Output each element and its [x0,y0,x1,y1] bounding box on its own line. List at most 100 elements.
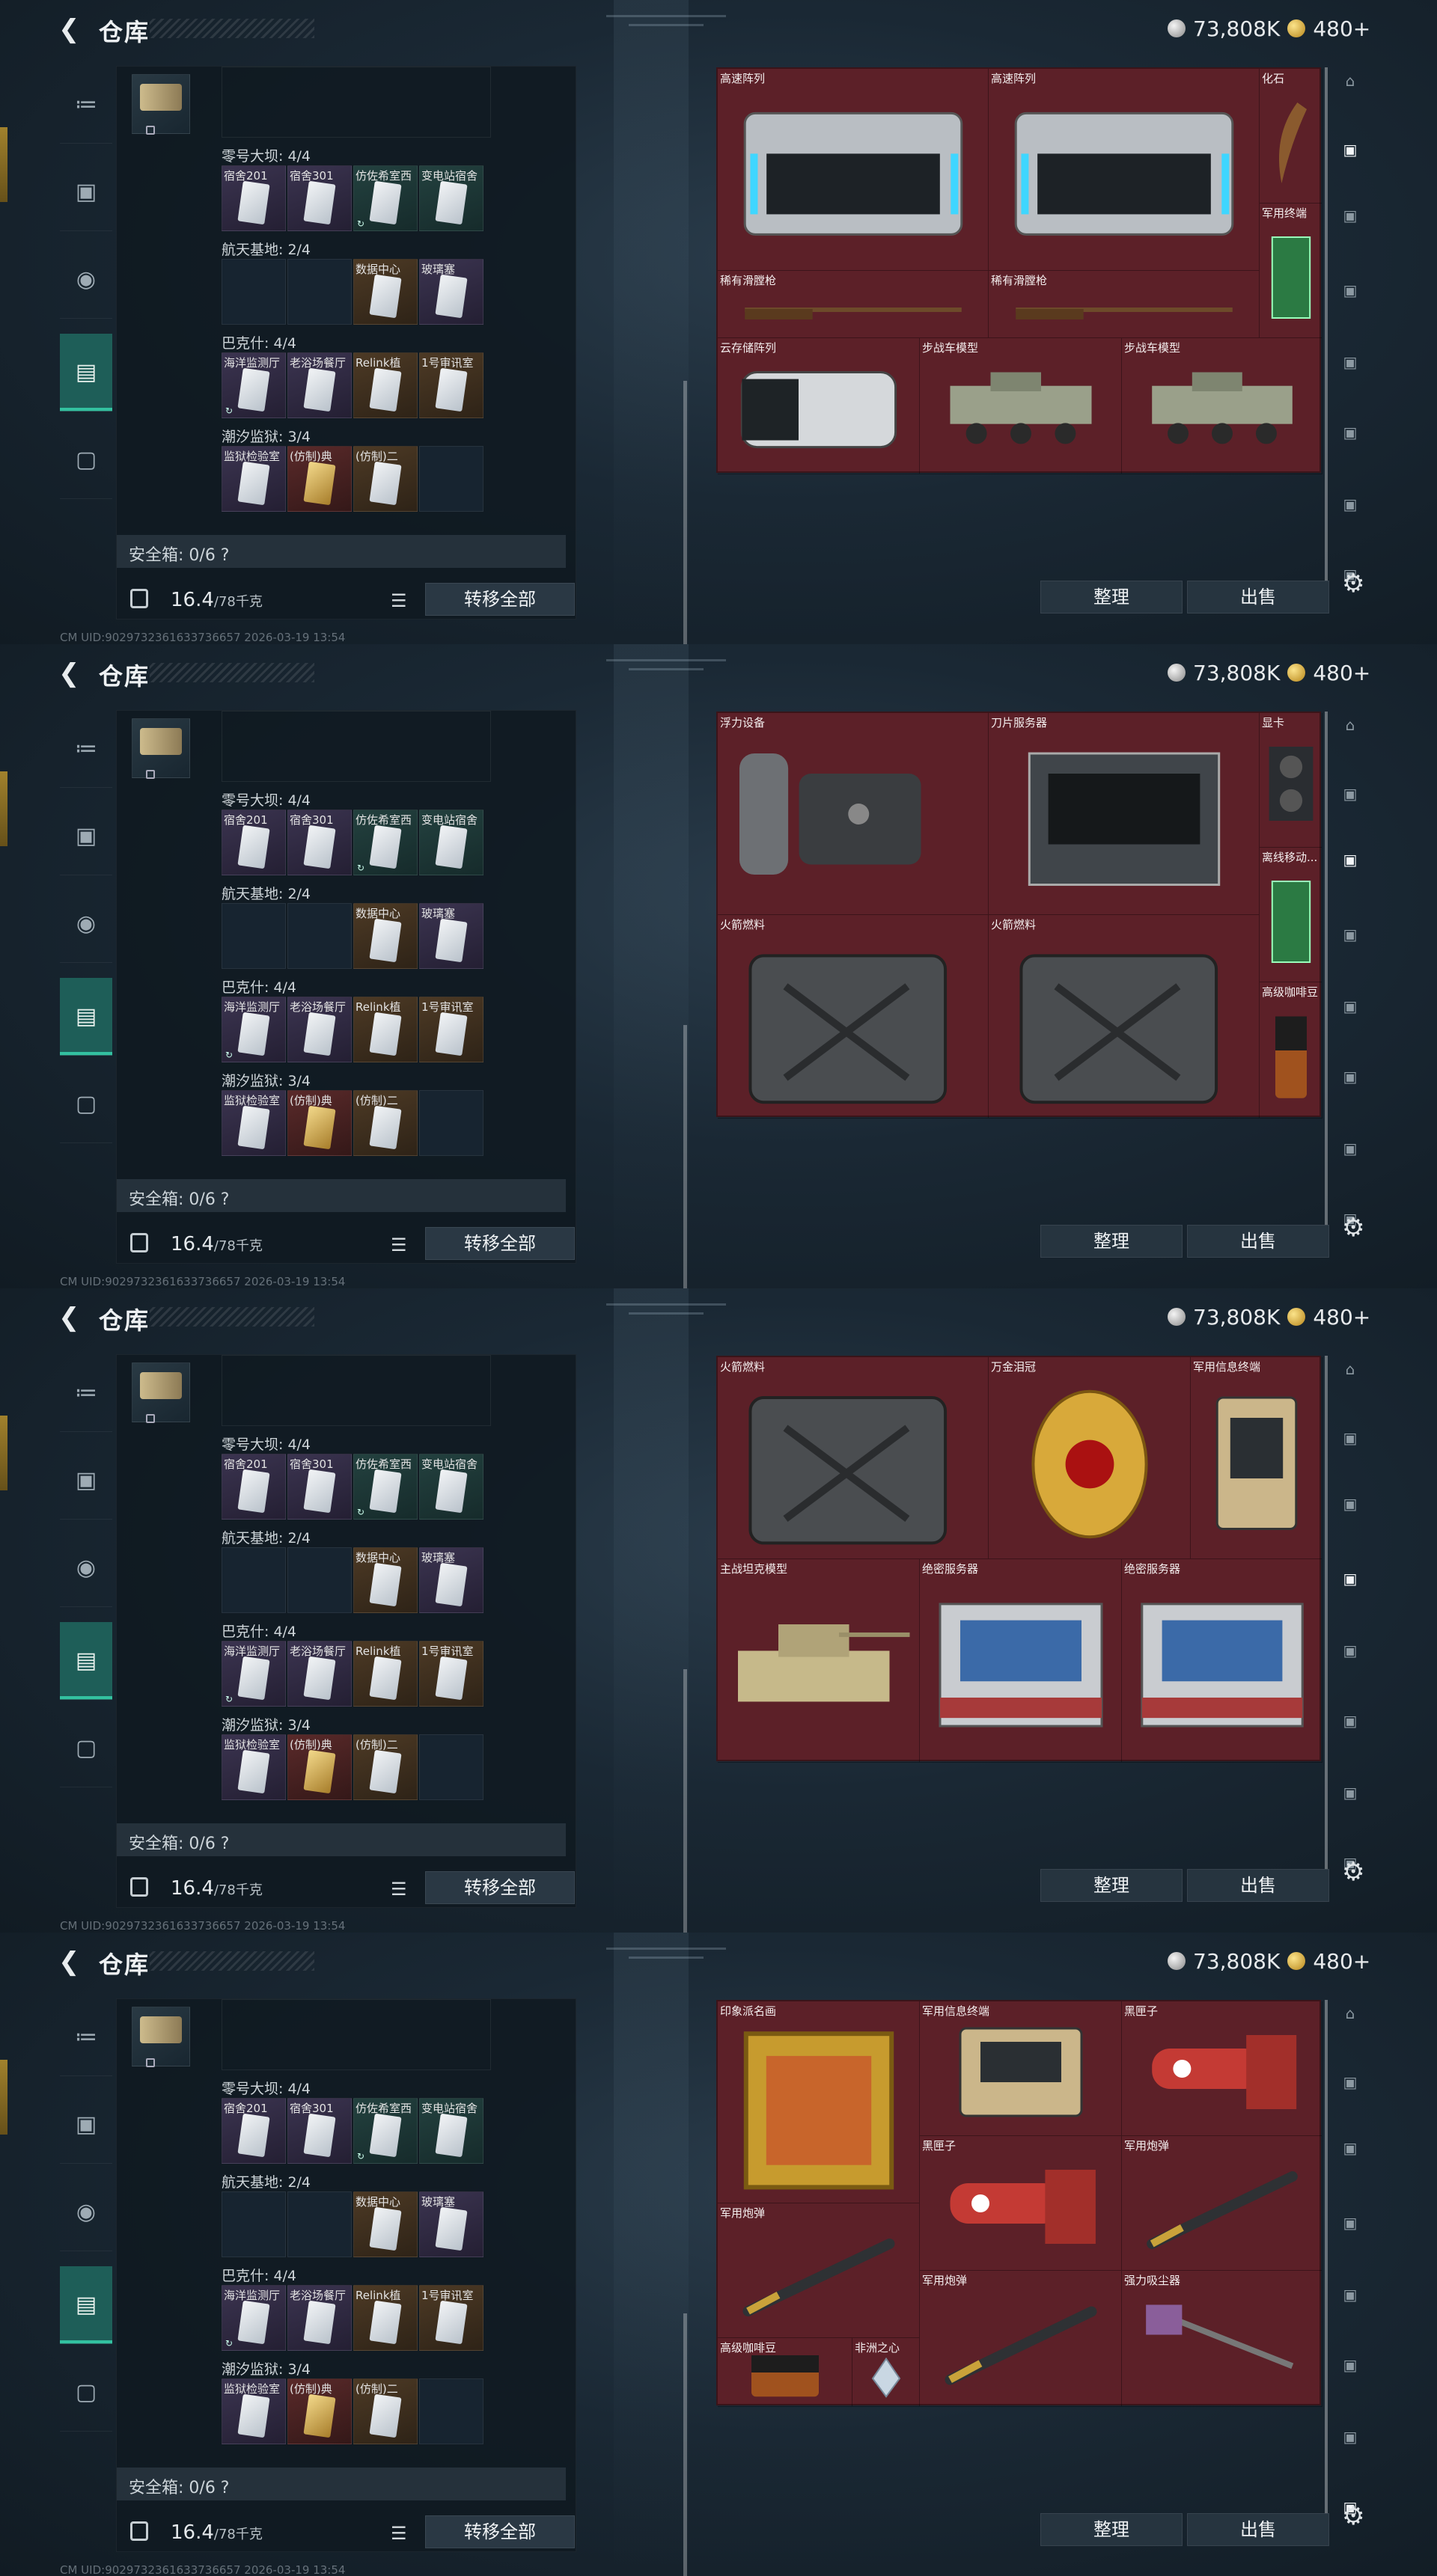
transfer-all-button[interactable]: 转移全部 [425,2515,575,2548]
sort-button[interactable]: 整理 [1040,581,1183,614]
loot-item[interactable]: 黑匣子 [920,2136,1122,2271]
stash-slot[interactable]: 监狱检验室 [222,1090,286,1156]
loot-item[interactable]: 军用信息终端 [920,2001,1122,2136]
gold-amount[interactable]: 480+ [1313,16,1370,41]
stash-slot[interactable]: (仿制)典 [287,1090,352,1156]
loot-item[interactable]: 高速阵列 [718,69,989,271]
stash-slot[interactable]: 监狱检验室 [222,2378,286,2444]
back-arrow-icon[interactable]: ❮ [58,1948,82,1976]
list-icon[interactable]: ☰ [391,1879,407,1900]
loot-item[interactable]: 显卡 [1260,713,1322,848]
stash-slot[interactable]: 老浴场餐厅 [287,1641,352,1707]
storage-home-icon[interactable]: ⌂ [1337,67,1364,94]
nav-collectibles-icon[interactable]: ▤ [60,2266,112,2344]
stash-scrollbar[interactable] [683,1669,687,1933]
stash-scrollbar[interactable] [683,1025,687,1288]
stash-slot[interactable]: 海洋监测厅 ↻ [222,997,286,1062]
keycard-holder-thumb[interactable] [132,2007,190,2067]
nav-weapon-icon[interactable]: ≔ [60,1354,112,1432]
container-tab-icon[interactable]: ▣ [1337,846,1364,873]
stash-slot[interactable]: 海洋监测厅 ↻ [222,352,286,418]
stash-slot[interactable]: 数据中心 [353,2191,418,2257]
stash-slot[interactable]: 玻璃塞 [419,1547,483,1613]
stash-slot[interactable]: Relink植 [353,352,418,418]
container-tab-icon[interactable]: ▣ [1337,2069,1364,2096]
stash-slot[interactable] [287,903,352,969]
sell-button[interactable]: 出售 [1187,1869,1329,1902]
container-tab-icon[interactable]: ▣ [1337,202,1364,229]
gold-amount[interactable]: 480+ [1313,661,1370,685]
stash-slot[interactable]: 玻璃塞 [419,903,483,969]
loot-item[interactable]: 强力吸尘器 [1122,2271,1322,2407]
loot-item[interactable]: 刀片服务器 [989,713,1260,915]
loot-item[interactable]: 军用终端 [1260,204,1322,338]
sell-button[interactable]: 出售 [1187,581,1329,614]
container-tab-icon[interactable]: ▣ [1337,921,1364,948]
stash-slot[interactable]: 数据中心 [353,1547,418,1613]
stash-slot[interactable]: 数据中心 [353,903,418,969]
sell-button[interactable]: 出售 [1187,1225,1329,1258]
nav-briefcase-icon[interactable]: ▢ [60,1710,112,1787]
stash-slot[interactable]: 宿舍301 [287,810,352,875]
safebox-status[interactable]: 安全箱: 0/6 ? [117,1823,566,1856]
back-arrow-icon[interactable]: ❮ [58,1303,82,1332]
nav-helmet-icon[interactable]: ◉ [60,1529,112,1607]
stash-slot[interactable]: 玻璃塞 [419,259,483,325]
loot-scrollbar[interactable] [1325,1356,1328,1872]
loot-item[interactable]: 高级咖啡豆 [1260,982,1322,1119]
list-icon[interactable]: ☰ [391,2523,407,2544]
container-tab-icon[interactable]: ▣ [1337,2281,1364,2308]
loot-scrollbar[interactable] [1325,712,1328,1228]
nav-armor-icon[interactable]: ▣ [60,2086,112,2164]
container-tab-icon[interactable]: ▣ [1337,2209,1364,2236]
stash-slot[interactable]: (仿制)二 [353,1090,418,1156]
nav-collectibles-icon[interactable]: ▤ [60,978,112,1056]
loot-item[interactable]: 云存储阵列 [718,338,920,474]
keycard-holder-thumb[interactable] [132,718,190,779]
nav-armor-icon[interactable]: ▣ [60,798,112,875]
stash-slot[interactable]: 宿舍301 [287,1454,352,1520]
container-tab-icon[interactable]: ▣ [1337,2135,1364,2162]
stash-slot[interactable] [419,1090,483,1156]
keycard-holder-thumb[interactable] [132,1362,190,1423]
nav-briefcase-icon[interactable]: ▢ [60,1065,112,1143]
nav-briefcase-icon[interactable]: ▢ [60,2354,112,2432]
gold-amount[interactable]: 480+ [1313,1949,1370,1974]
sort-button[interactable]: 整理 [1040,1225,1183,1258]
stash-slot[interactable]: 海洋监测厅 ↻ [222,2285,286,2351]
stash-slot[interactable]: Relink植 [353,1641,418,1707]
stash-slot[interactable]: 1号审讯室 [419,2285,483,2351]
loot-item[interactable]: 步战车模型 [920,338,1122,474]
loot-item[interactable]: 步战车模型 [1122,338,1322,474]
stash-scrollbar[interactable] [683,2313,687,2576]
stash-slot[interactable] [287,2191,352,2257]
stash-slot[interactable]: 数据中心 [353,259,418,325]
container-tab-icon[interactable]: ▣ [1337,993,1364,1020]
back-arrow-icon[interactable]: ❮ [58,15,82,43]
stash-slot[interactable]: 宿舍301 [287,165,352,231]
stash-slot[interactable] [287,1547,352,1613]
stash-slot[interactable] [222,1547,286,1613]
stash-slot[interactable] [287,259,352,325]
nav-weapon-icon[interactable]: ≔ [60,1998,112,2076]
gold-amount[interactable]: 480+ [1313,1305,1370,1330]
nav-helmet-icon[interactable]: ◉ [60,885,112,963]
stash-slot[interactable]: 老浴场餐厅 [287,2285,352,2351]
nav-weapon-icon[interactable]: ≔ [60,710,112,788]
loot-item[interactable]: 军用信息终端 [1191,1357,1322,1559]
loot-item[interactable]: 稀有滑膛枪 [718,271,989,338]
list-icon[interactable]: ☰ [391,1235,407,1255]
stash-slot[interactable]: 仿佐希室西 ↻ [353,165,418,231]
transfer-all-button[interactable]: 转移全部 [425,1871,575,1904]
loot-scrollbar[interactable] [1325,2000,1328,2516]
stash-slot[interactable]: 宿舍301 [287,2098,352,2164]
stash-slot[interactable]: 仿佐希室西 ↻ [353,1454,418,1520]
storage-home-icon[interactable]: ⌂ [1337,2000,1364,2027]
container-tab-icon[interactable]: ▣ [1337,1637,1364,1664]
stash-slot[interactable]: 变电站宿舍 [419,1454,483,1520]
nav-armor-icon[interactable]: ▣ [60,153,112,231]
stash-slot[interactable] [222,903,286,969]
loot-item[interactable]: 印象派名画 [718,2001,920,2203]
container-tab-icon[interactable]: ▣ [1337,349,1364,376]
loot-item[interactable]: 军用炮弹 [920,2271,1122,2407]
